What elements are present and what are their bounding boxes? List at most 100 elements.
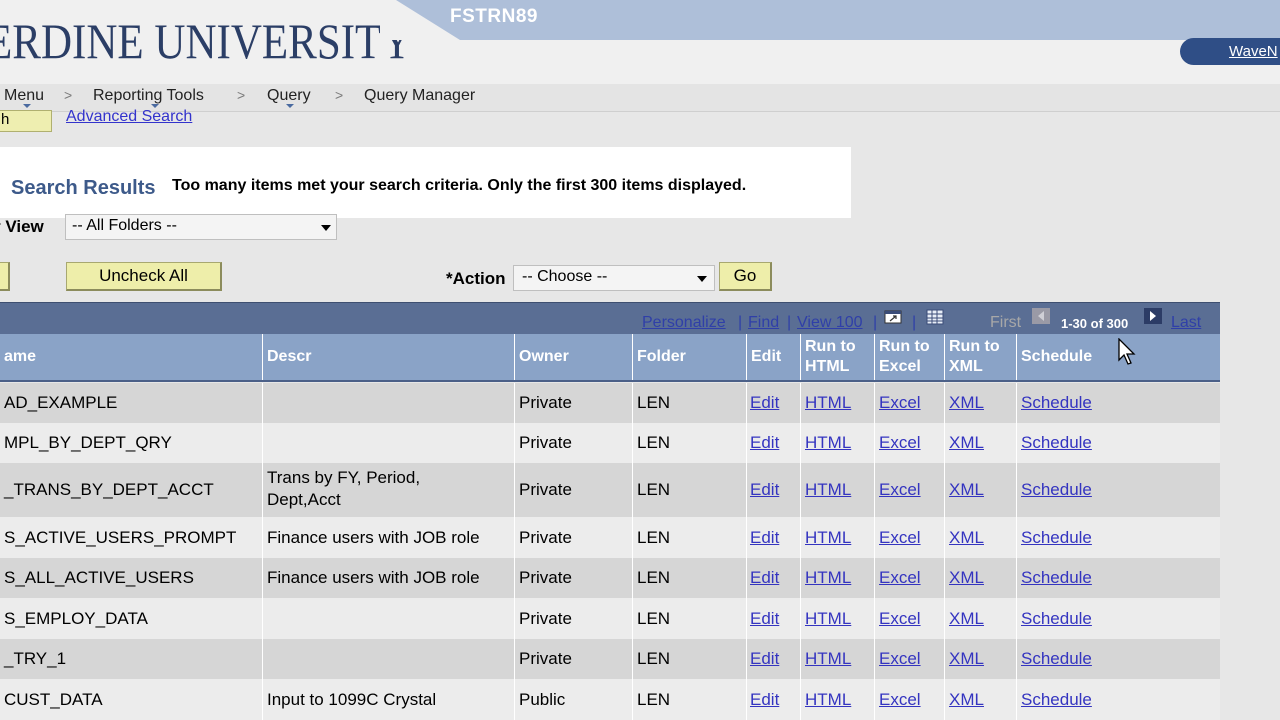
column-header-owner[interactable]: Owner [515,334,633,380]
schedule-link[interactable]: Schedule [1021,649,1092,669]
run-xml-link[interactable]: XML [949,649,984,669]
find-link[interactable]: Find [748,314,779,332]
run-excel-link[interactable]: Excel [879,433,921,453]
last-link[interactable]: Last [1171,314,1201,332]
run-xml-cell: XML [945,679,1017,720]
action-label: *Action [446,269,506,288]
column-header-name[interactable]: ame [0,334,263,380]
run-html-link[interactable]: HTML [805,393,851,413]
dropdown-marker-icon [23,104,31,108]
edit-link[interactable]: Edit [750,480,779,500]
schedule-link[interactable]: Schedule [1021,433,1092,453]
run-html-link[interactable]: HTML [805,568,851,588]
breadcrumb-reporting-tools[interactable]: Reporting Tools [93,87,204,105]
run-html-link[interactable]: HTML [805,690,851,710]
next-arrow-icon[interactable] [1144,308,1162,324]
query-name-cell: _TRY_1 [0,639,263,679]
run-xml-link[interactable]: XML [949,480,984,500]
folder-cell: LEN [637,609,671,628]
run-xml-link[interactable]: XML [949,393,984,413]
run-xml-link[interactable]: XML [949,609,984,629]
uncheck-all-button[interactable]: Uncheck All [66,262,222,291]
run-excel-cell: Excel [875,639,945,679]
new-window-icon[interactable] [884,309,902,325]
dropdown-marker-icon [286,104,294,108]
folder-view-select[interactable]: -- All Folders -- [65,214,337,240]
breadcrumb-query[interactable]: Query [267,87,311,105]
run-excel-link[interactable]: Excel [879,480,921,500]
edit-cell: Edit [747,463,801,517]
schedule-link[interactable]: Schedule [1021,528,1092,548]
description-text: Trans by FY, Period, [267,468,421,487]
go-button[interactable]: Go [719,262,772,291]
run-html-link[interactable]: HTML [805,649,851,669]
breadcrumb-query-manager[interactable]: Query Manager [364,87,475,105]
breadcrumb-menu[interactable]: Menu [4,87,44,105]
owner-cell: Private [515,423,633,463]
folder-cell: LEN [633,517,747,558]
edit-link[interactable]: Edit [750,393,779,413]
run-excel-link[interactable]: Excel [879,528,921,548]
run-xml-cell: XML [945,558,1017,598]
run-html-link[interactable]: HTML [805,609,851,629]
schedule-link[interactable]: Schedule [1021,690,1092,710]
column-header-run-xml[interactable]: Run to XML [945,334,1017,380]
run-excel-link[interactable]: Excel [879,393,921,413]
run-xml-cell: XML [945,423,1017,463]
run-html-link[interactable]: HTML [805,528,851,548]
personalize-link[interactable]: Personalize [642,314,726,332]
run-excel-cell: Excel [875,558,945,598]
schedule-cell: Schedule [1017,517,1220,558]
owner-cell: Private [519,568,572,587]
schedule-cell: Schedule [1017,383,1220,423]
run-xml-link[interactable]: XML [949,528,984,548]
university-logo: ERDINE UNIVERSITY [0,13,413,69]
run-html-link[interactable]: HTML [805,480,851,500]
edit-cell: Edit [747,423,801,463]
edit-link[interactable]: Edit [750,649,779,669]
schedule-link[interactable]: Schedule [1021,568,1092,588]
run-excel-link[interactable]: Excel [879,690,921,710]
schedule-link[interactable]: Schedule [1021,609,1092,629]
run-xml-link[interactable]: XML [949,568,984,588]
action-select[interactable]: -- Choose -- [513,265,715,291]
query-name-cell: CUST_DATA [4,690,103,709]
table-row: S_ALL_ACTIVE_USERS Finance users with JOB… [0,558,1220,598]
header-right-link[interactable]: WaveN [1229,43,1278,60]
edit-link[interactable]: Edit [750,690,779,710]
run-excel-link[interactable]: Excel [879,649,921,669]
column-header-folder[interactable]: Folder [633,334,747,380]
column-header-run-html[interactable]: Run to HTML [801,334,875,380]
view-100-link[interactable]: View 100 [797,314,863,332]
advanced-search-link[interactable]: Advanced Search [66,108,192,126]
owner-cell: Private [519,433,572,452]
run-excel-link[interactable]: Excel [879,568,921,588]
schedule-cell: Schedule [1017,639,1220,679]
schedule-link[interactable]: Schedule [1021,393,1092,413]
folder-cell: LEN [633,679,747,720]
run-xml-link[interactable]: XML [949,690,984,710]
run-html-cell: HTML [801,463,875,517]
schedule-link[interactable]: Schedule [1021,480,1092,500]
edit-link[interactable]: Edit [750,609,779,629]
edit-link[interactable]: Edit [750,433,779,453]
download-spreadsheet-icon[interactable] [926,309,944,325]
column-header-descr[interactable]: Descr [263,334,515,380]
edit-link[interactable]: Edit [750,528,779,548]
run-excel-cell: Excel [875,383,945,423]
run-xml-link[interactable]: XML [949,433,984,453]
column-header-run-excel[interactable]: Run to Excel [875,334,945,380]
query-name-cell: S_ALL_ACTIVE_USERS [4,568,194,587]
chevron-down-icon [321,225,331,231]
check-all-button[interactable] [0,262,10,291]
database-name: FSTRN89 [450,6,538,27]
column-header-edit[interactable]: Edit [747,334,801,380]
run-excel-link[interactable]: Excel [879,609,921,629]
run-html-link[interactable]: HTML [805,433,851,453]
schedule-cell: Schedule [1017,558,1220,598]
search-button[interactable]: h [0,110,52,132]
breadcrumb-separator: > [335,87,344,103]
search-results-title: Search Results [11,177,156,199]
edit-link[interactable]: Edit [750,568,779,588]
run-xml-cell: XML [945,598,1017,639]
